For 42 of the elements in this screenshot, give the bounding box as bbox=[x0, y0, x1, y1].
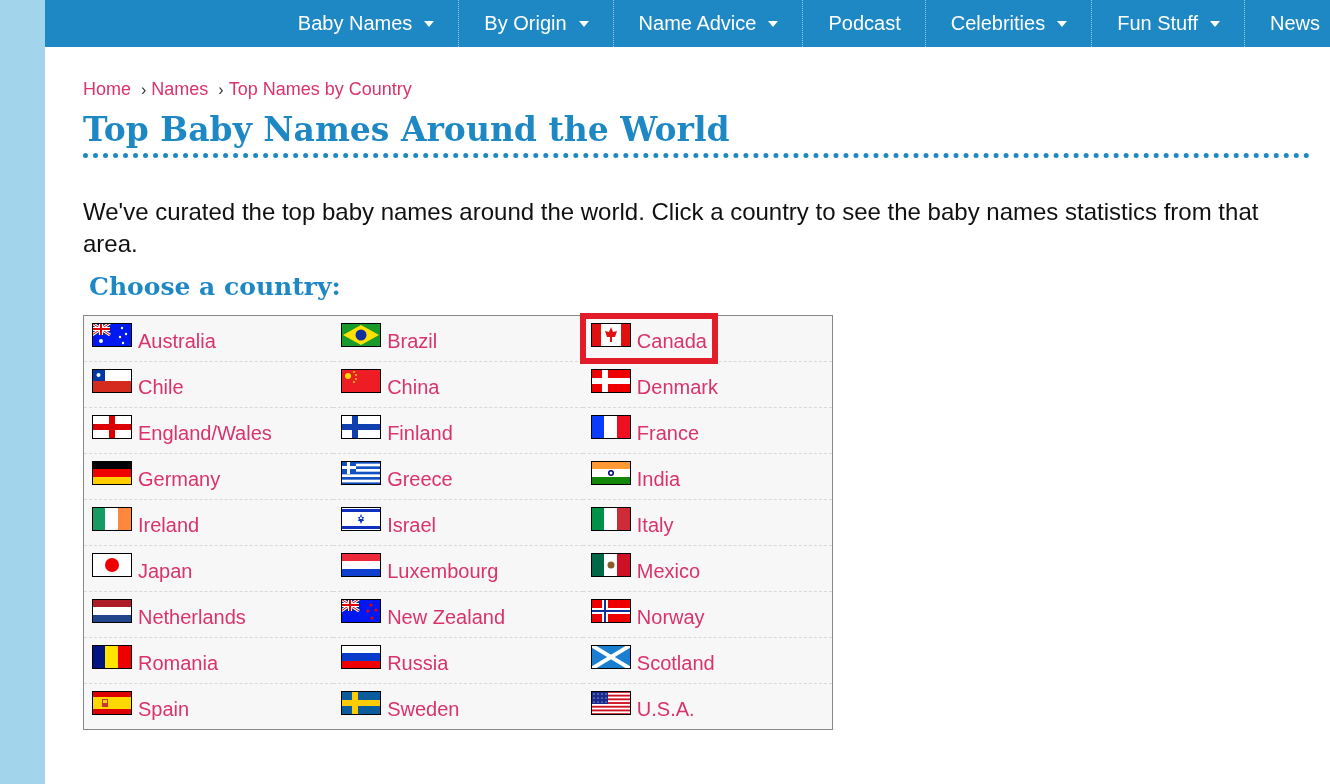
country-link[interactable]: Brazil bbox=[387, 330, 438, 353]
intro-text: We've curated the top baby names around the world. Click a country to see the baby names statistics from that area. bbox=[83, 197, 1260, 259]
country-link[interactable]: Denmark bbox=[636, 376, 718, 399]
country-link[interactable]: China bbox=[387, 376, 440, 399]
nav-item[interactable]: Baby Names bbox=[272, 0, 459, 47]
page-title: Top Baby Names Around the World bbox=[83, 110, 1310, 158]
breadcrumb-separator: › bbox=[141, 80, 147, 99]
country-link[interactable]: Romania bbox=[138, 652, 219, 675]
country-link[interactable]: England/Wales bbox=[138, 422, 272, 445]
country-link[interactable]: Spain bbox=[138, 698, 190, 721]
nav-item[interactable]: News bbox=[1244, 0, 1330, 47]
nav-item[interactable]: Celebrities bbox=[924, 0, 1092, 47]
breadcrumb-separator: › bbox=[218, 80, 224, 99]
country-link[interactable]: Sweden bbox=[387, 698, 460, 721]
country-link[interactable]: India bbox=[636, 468, 681, 491]
country-link[interactable]: Chile bbox=[138, 376, 184, 399]
nav-item[interactable]: Fun Stuff bbox=[1091, 0, 1244, 47]
country-link[interactable]: Russia bbox=[387, 652, 449, 675]
breadcrumb-link[interactable]: Top Names by Country bbox=[228, 79, 412, 100]
country-link[interactable]: Italy bbox=[636, 514, 674, 537]
country-link[interactable]: France bbox=[636, 422, 700, 445]
country-link[interactable]: Israel bbox=[387, 514, 437, 537]
country-link[interactable]: U.S.A. bbox=[636, 698, 695, 721]
country-link[interactable]: Luxembourg bbox=[387, 560, 499, 583]
country-link[interactable]: Mexico bbox=[636, 560, 701, 583]
country-link[interactable]: Greece bbox=[387, 468, 453, 491]
breadcrumb-link[interactable]: Names bbox=[151, 79, 209, 100]
country-link[interactable]: Germany bbox=[138, 468, 221, 491]
country-link[interactable]: Netherlands bbox=[138, 606, 246, 629]
nav-item[interactable]: Podcast bbox=[802, 0, 925, 47]
country-link[interactable]: Canada bbox=[636, 330, 707, 353]
country-link[interactable]: Scotland bbox=[636, 652, 715, 675]
country-link[interactable]: Australia bbox=[138, 330, 216, 353]
country-link[interactable]: Japan bbox=[138, 560, 193, 583]
breadcrumb-link[interactable]: Home bbox=[83, 79, 131, 100]
country-link[interactable]: New Zealand bbox=[387, 606, 505, 629]
country-link[interactable]: Ireland bbox=[138, 514, 200, 537]
nav-item[interactable]: By Origin bbox=[458, 0, 613, 47]
country-link[interactable]: Norway bbox=[636, 606, 705, 629]
section-heading: Choose a country: bbox=[89, 272, 342, 301]
country-link[interactable]: Finland bbox=[387, 422, 453, 445]
nav-item[interactable]: Name Advice bbox=[612, 0, 803, 47]
